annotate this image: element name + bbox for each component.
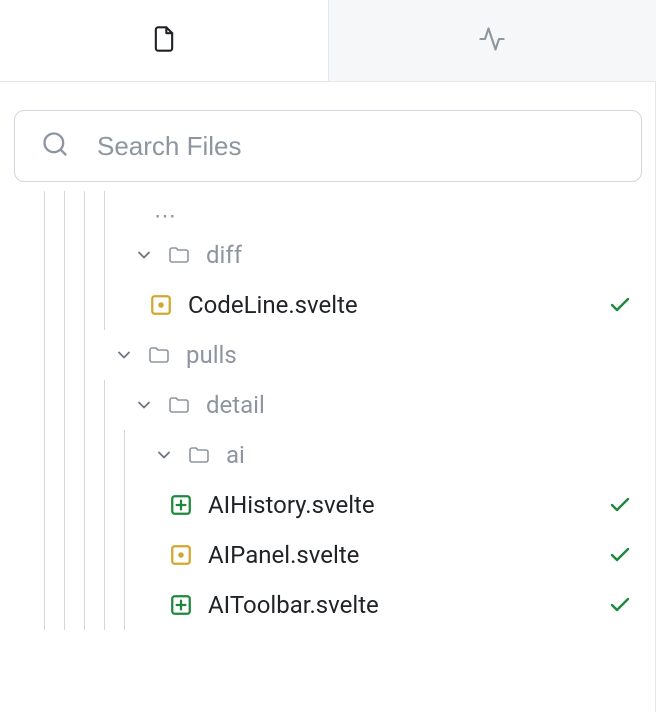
file-item-aihistory[interactable]: AIHistory.svelte xyxy=(0,480,656,530)
chevron-down-icon[interactable] xyxy=(132,243,156,267)
search-box[interactable] xyxy=(14,110,642,182)
check-icon xyxy=(608,543,632,567)
folder-detail[interactable]: detail xyxy=(0,380,656,430)
added-icon xyxy=(168,592,194,618)
folder-label: ai xyxy=(226,441,245,469)
search-container xyxy=(0,82,656,202)
chevron-down-icon[interactable] xyxy=(112,343,136,367)
file-tree: ⋯ diff xyxy=(0,202,656,630)
folder-open-icon xyxy=(146,342,172,368)
folder-label: detail xyxy=(206,391,265,419)
file-item-codeline[interactable]: CodeLine.svelte xyxy=(0,280,656,330)
folder-open-icon xyxy=(186,442,212,468)
check-icon xyxy=(608,293,632,317)
folder-open-icon xyxy=(166,392,192,418)
folder-label: diff xyxy=(206,241,242,269)
ellipsis-icon: ⋯ xyxy=(154,204,177,229)
modified-icon xyxy=(168,542,194,568)
tab-files[interactable] xyxy=(0,0,328,81)
file-name: AIPanel.svelte xyxy=(208,541,359,569)
file-item-aipanel[interactable]: AIPanel.svelte xyxy=(0,530,656,580)
check-icon xyxy=(608,593,632,617)
folder-label: pulls xyxy=(186,341,237,369)
chevron-down-icon[interactable] xyxy=(152,443,176,467)
folder-ai[interactable]: ai xyxy=(0,430,656,480)
folder-diff[interactable]: diff xyxy=(0,230,656,280)
file-name: AIHistory.svelte xyxy=(208,491,375,519)
check-icon xyxy=(608,493,632,517)
chevron-down-icon[interactable] xyxy=(132,393,156,417)
added-icon xyxy=(168,492,194,518)
activity-icon xyxy=(478,25,506,57)
folder-pulls[interactable]: pulls xyxy=(0,330,656,380)
folder-open-icon xyxy=(166,242,192,268)
tab-bar xyxy=(0,0,656,82)
tree-continuation: ⋯ xyxy=(0,202,656,230)
file-name: CodeLine.svelte xyxy=(188,291,358,319)
search-icon xyxy=(41,130,69,162)
file-icon xyxy=(150,25,178,57)
file-name: AIToolbar.svelte xyxy=(208,591,379,619)
search-input[interactable] xyxy=(97,131,615,162)
modified-icon xyxy=(148,292,174,318)
file-item-aitoolbar[interactable]: AIToolbar.svelte xyxy=(0,580,656,630)
tab-activity[interactable] xyxy=(328,0,656,81)
